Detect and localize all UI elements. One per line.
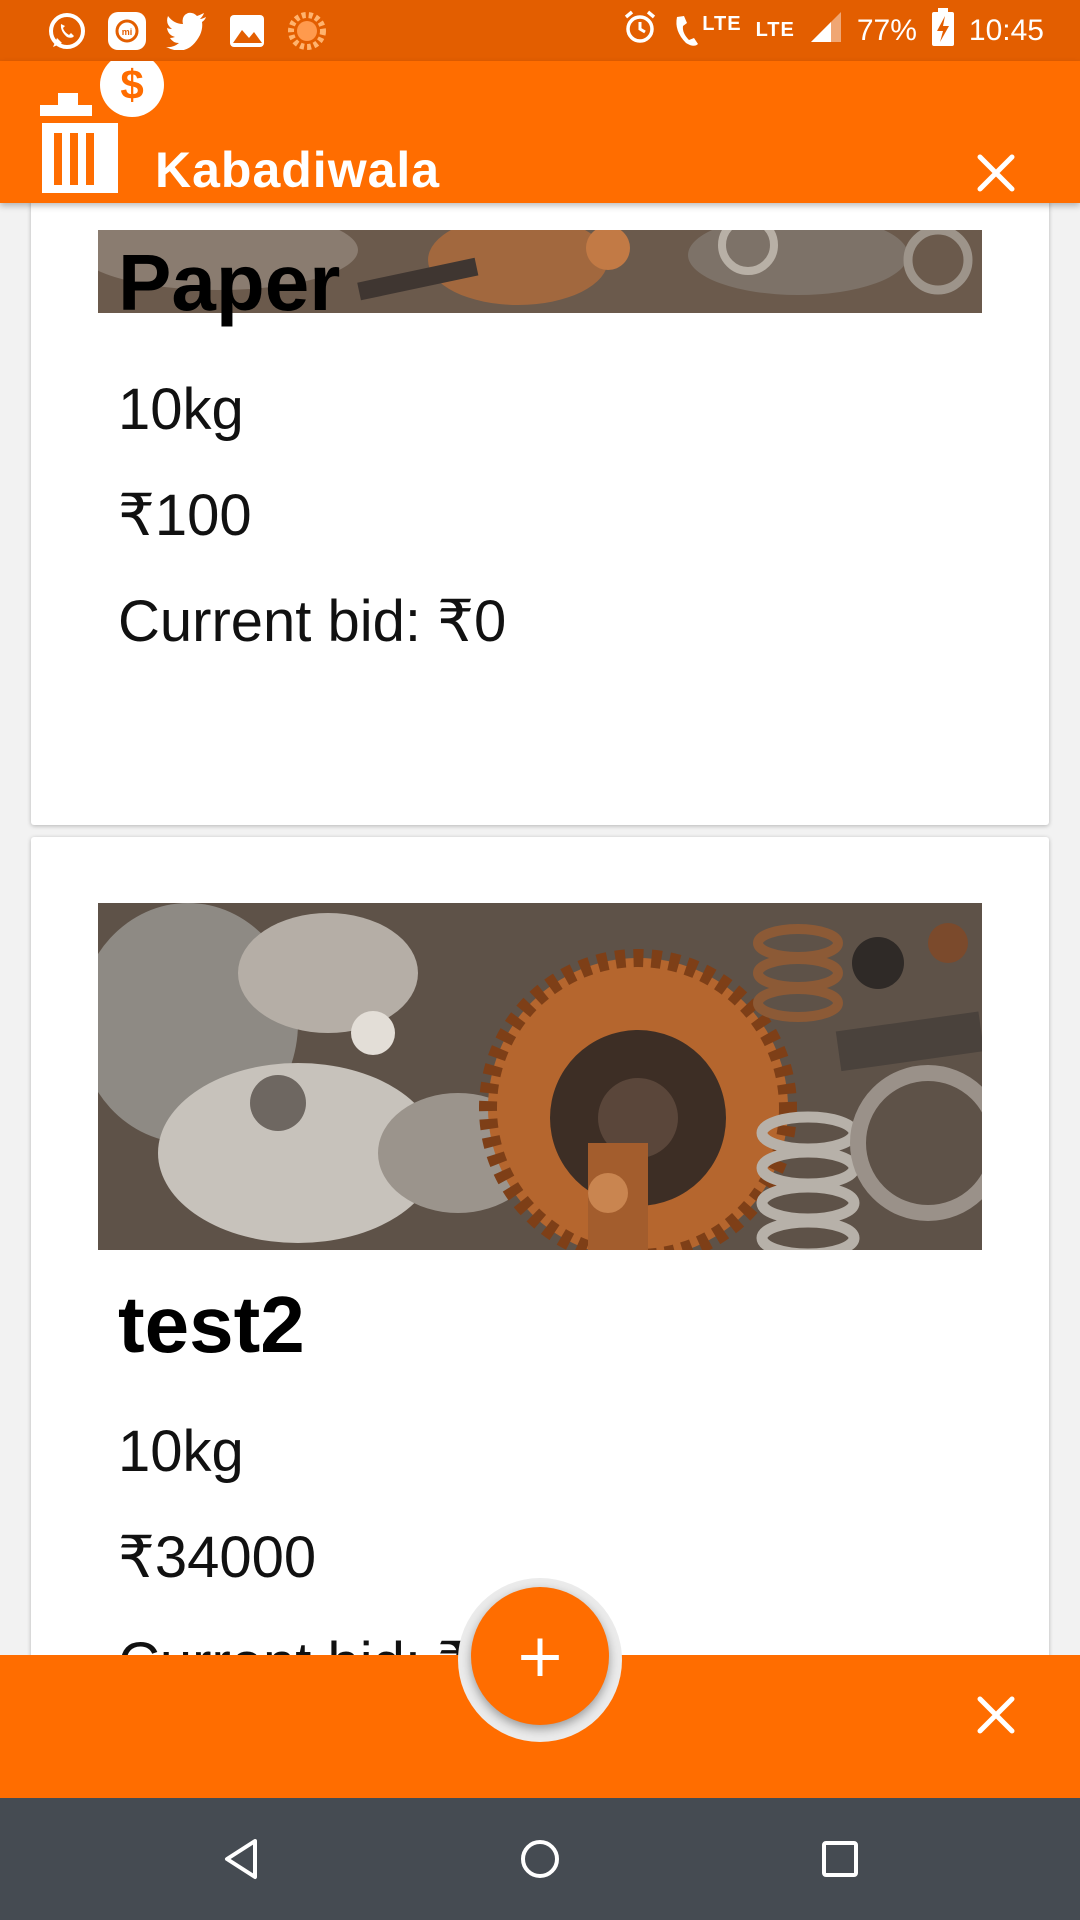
loading-icon — [284, 8, 330, 54]
status-bar: mi LTE LTE 77% 10:45 — [0, 0, 1080, 61]
home-button[interactable] — [510, 1829, 570, 1889]
notification-icons: mi — [44, 8, 330, 53]
close-bottom-button[interactable] — [974, 1693, 1018, 1737]
logo-text: Kabadiwala — [155, 142, 441, 198]
listing-card[interactable]: test2 10kg ₹34000 Current bid: ₹0 — [31, 837, 1049, 1655]
item-current-bid: Current bid: ₹0 — [118, 1629, 506, 1655]
back-icon — [225, 1839, 257, 1879]
add-listing-button[interactable]: + — [471, 1587, 609, 1725]
listing-card[interactable]: Paper 10kg ₹100 Current bid: ₹0 — [31, 203, 1049, 825]
svg-text:mi: mi — [122, 27, 133, 37]
add-icon: + — [514, 1621, 566, 1691]
close-icon — [977, 154, 1015, 192]
kabadiwala-logo: $ Kabadiwala — [38, 53, 458, 199]
gallery-icon — [224, 8, 270, 54]
system-nav-bar — [0, 1798, 1080, 1920]
system-status: LTE LTE 77% 10:45 — [622, 7, 1044, 55]
listing-list[interactable]: Paper 10kg ₹100 Current bid: ₹0 test2 10… — [0, 203, 1080, 1655]
twitter-icon — [164, 8, 210, 54]
item-title: test2 — [118, 1280, 305, 1369]
alarm-icon — [622, 9, 658, 53]
recents-icon — [822, 1841, 858, 1877]
mi-icon: mi — [104, 8, 150, 54]
item-weight: 10kg — [118, 377, 244, 442]
volte-call-icon: LTE — [672, 13, 741, 49]
home-icon — [521, 1840, 559, 1878]
clock: 10:45 — [968, 13, 1044, 47]
close-icon — [977, 1696, 1015, 1734]
back-button[interactable] — [211, 1829, 271, 1889]
battery-charging-icon — [931, 7, 955, 55]
recents-button[interactable] — [810, 1829, 870, 1889]
item-current-bid: Current bid: ₹0 — [118, 589, 507, 654]
close-button[interactable] — [974, 151, 1018, 195]
svg-text:$: $ — [120, 61, 143, 108]
scrap-image — [98, 903, 982, 1250]
lte-label: LTE — [755, 19, 795, 41]
signal-icon — [809, 10, 843, 52]
item-title: Paper — [118, 238, 341, 327]
item-weight: 10kg — [118, 1419, 244, 1484]
whatsapp-icon — [44, 8, 90, 54]
item-price: ₹34000 — [118, 1525, 317, 1590]
battery-percent: 77% — [856, 13, 917, 47]
app-bar: $ Kabadiwala — [0, 53, 1080, 203]
item-price: ₹100 — [118, 483, 252, 548]
